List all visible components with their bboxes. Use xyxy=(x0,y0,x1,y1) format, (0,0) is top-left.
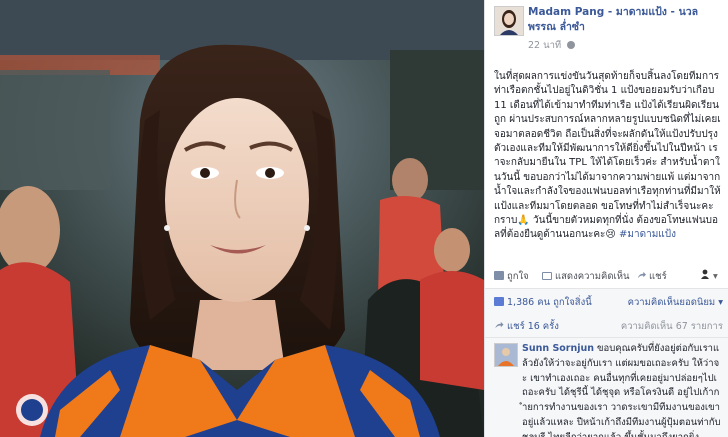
like-label: ถูกใจ xyxy=(507,271,529,282)
commenter-name[interactable]: Sunn Sornjun xyxy=(522,343,594,354)
post-text: ในที่สุดผลการแข่งขันวันสุดท้ายก็จบสิ้นลง… xyxy=(494,70,722,243)
comment-item: Sunn Sornjun ขอบคุณครับที่ยังอยู่ต่อกับเร… xyxy=(485,338,728,437)
thumbs-up-icon xyxy=(494,271,504,280)
comment-body: Sunn Sornjun ขอบคุณครับที่ยังอยู่ต่อกับเร… xyxy=(522,342,722,437)
comment-sort-dropdown[interactable]: ความคิดเห็นยอดนิยม ▾ xyxy=(628,295,723,310)
likes-count[interactable]: 1,386 คน ถูกใจสิ่งนี้ xyxy=(494,295,592,310)
like-count-icon xyxy=(494,297,504,306)
comment-text: ขอบคุณครับที่ยังอยู่ต่อกับเราแล้วยังให้ว… xyxy=(522,343,721,437)
comment-button[interactable]: แสดงความคิดเห็น xyxy=(542,269,630,284)
chevron-down-icon: ▾ xyxy=(718,297,723,308)
comment-label: แสดงความคิดเห็น xyxy=(555,271,630,282)
chevron-down-icon: ▾ xyxy=(713,271,718,282)
screenshot: Madam Pang - มาดามแป้ง - นวลพรรณ ล่ำซำ 2… xyxy=(0,0,728,437)
commenter-avatar[interactable] xyxy=(494,343,518,367)
share-icon xyxy=(495,321,504,329)
person-icon xyxy=(701,269,709,279)
comments-count: ความคิดเห็น 67 รายการ xyxy=(620,321,723,332)
author-avatar[interactable] xyxy=(494,6,524,36)
share-label: แชร์ xyxy=(649,271,667,282)
post-time[interactable]: 22 นาที xyxy=(528,38,576,53)
share-icon xyxy=(637,271,646,279)
post-time-label: 22 นาที xyxy=(528,40,562,51)
photo-illustration xyxy=(0,0,484,437)
post-photo[interactable] xyxy=(0,0,484,437)
likes-bar: 1,386 คน ถูกใจสิ่งนี้ ความคิดเห็นยอดนิยม… xyxy=(485,288,728,314)
sort-label: ความคิดเห็นยอดนิยม xyxy=(627,297,716,308)
shares-bar: แชร์ 16 ครั้ง ความคิดเห็น 67 รายการ xyxy=(485,313,728,338)
share-button[interactable]: แชร์ xyxy=(637,269,667,284)
likes-count-label: 1,386 คน ถูกใจสิ่งนี้ xyxy=(507,297,592,308)
like-button[interactable]: ถูกใจ xyxy=(494,269,529,284)
hashtag-link[interactable]: #มาดามแป้ง xyxy=(619,229,676,240)
post-body: ในที่สุดผลการแข่งขันวันสุดท้ายก็จบสิ้นลง… xyxy=(494,71,721,241)
comment-icon xyxy=(542,272,552,280)
globe-icon xyxy=(567,41,576,49)
audience-selector[interactable]: ▾ xyxy=(700,269,718,282)
shares-count[interactable]: แชร์ 16 ครั้ง xyxy=(494,319,559,334)
post-actions: ถูกใจ แสดงความคิดเห็น แชร์ ▾ xyxy=(494,268,722,284)
author-name[interactable]: Madam Pang - มาดามแป้ง - นวลพรรณ ล่ำซำ xyxy=(528,5,724,35)
facebook-post-panel: Madam Pang - มาดามแป้ง - นวลพรรณ ล่ำซำ 2… xyxy=(484,0,728,437)
shares-count-label: แชร์ 16 ครั้ง xyxy=(507,321,559,332)
